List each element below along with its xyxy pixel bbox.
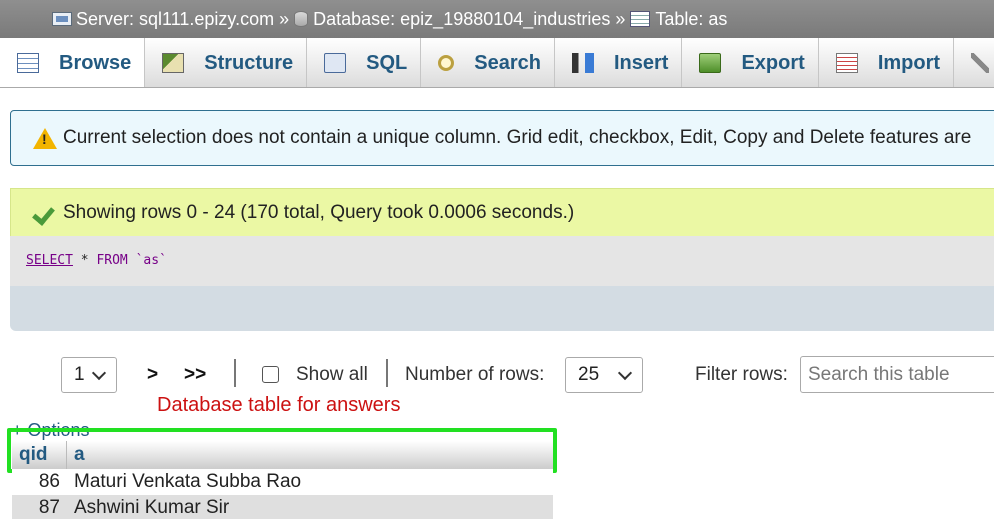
sql-query-display: SELECT * FROM `as`: [10, 236, 994, 286]
table-link[interactable]: Table: as: [655, 9, 727, 30]
export-icon: [699, 53, 722, 73]
tab-label: Structure: [204, 51, 294, 74]
success-text: Showing rows 0 - 24 (170 total, Query to…: [63, 201, 575, 223]
tab-search[interactable]: Search: [421, 38, 555, 87]
server-icon: [52, 12, 72, 26]
tab-import[interactable]: Import: [819, 38, 955, 87]
tab-structure[interactable]: Structure: [145, 38, 308, 87]
table-icon: [630, 11, 651, 27]
tab-more[interactable]: [954, 38, 994, 87]
insert-icon: [572, 53, 594, 73]
checkmark-icon: [33, 202, 55, 224]
browse-icon: [17, 53, 39, 73]
filter-rows-label: Filter rows:: [695, 364, 788, 385]
sql-table-name: `as`: [135, 253, 167, 268]
sql-icon: [324, 53, 347, 73]
wrench-icon: [971, 53, 990, 73]
cell-a: Ashwini Kumar Sir: [74, 497, 230, 518]
search-icon: [438, 55, 455, 71]
table-row: 86 Maturi Venkata Subba Rao: [12, 469, 553, 495]
sql-keyword-select[interactable]: SELECT: [26, 253, 73, 268]
page-select[interactable]: 1: [61, 357, 117, 393]
last-page-button[interactable]: >>: [184, 364, 206, 386]
chevron-down-icon: [91, 365, 107, 381]
main-tabs: Browse Structure SQL Search Insert Expor…: [0, 38, 994, 88]
show-all-label: Show all: [296, 364, 368, 385]
tab-sql[interactable]: SQL: [307, 38, 422, 87]
number-of-rows-select[interactable]: 25: [565, 357, 643, 393]
sql-query-footer: [10, 286, 994, 331]
tab-insert[interactable]: Insert: [555, 38, 683, 87]
breadcrumb-server[interactable]: Server: sql111.epizy.com: [52, 9, 274, 30]
show-all-checkbox[interactable]: [262, 366, 279, 383]
tab-label: Export: [741, 51, 805, 74]
cell-qid: 87: [38, 497, 60, 518]
warning-icon: [33, 127, 57, 149]
breadcrumb-database[interactable]: Database: epiz_19880104_industries: [294, 9, 610, 30]
rows-select-value: 25: [578, 364, 600, 385]
warning-message: Current selection does not contain a uni…: [10, 110, 994, 166]
page-select-value: 1: [74, 364, 85, 385]
tab-label: Import: [877, 51, 941, 74]
filter-rows-input[interactable]: [800, 356, 994, 393]
import-icon: [835, 53, 858, 73]
breadcrumb-separator: »: [615, 8, 626, 29]
cell-qid: 86: [38, 471, 60, 492]
chevron-down-icon: [617, 365, 633, 381]
cell-a: Maturi Venkata Subba Rao: [74, 471, 302, 492]
table-row: 87 Ashwini Kumar Sir: [12, 495, 553, 519]
database-icon: [294, 11, 309, 27]
divider: [386, 359, 388, 387]
success-message: Showing rows 0 - 24 (170 total, Query to…: [10, 188, 994, 236]
server-link[interactable]: Server: sql111.epizy.com: [76, 9, 274, 30]
sql-keyword-from: FROM: [96, 253, 128, 268]
tab-browse[interactable]: Browse: [0, 38, 146, 87]
database-link[interactable]: Database: epiz_19880104_industries: [313, 9, 610, 30]
highlight-box: [7, 428, 557, 473]
breadcrumb-table[interactable]: Table: as: [630, 9, 727, 30]
structure-icon: [162, 53, 185, 73]
divider: [234, 359, 236, 387]
tab-label: Search: [474, 51, 541, 74]
warning-text: Current selection does not contain a uni…: [63, 127, 972, 148]
number-of-rows-label: Number of rows:: [405, 364, 545, 385]
breadcrumb: Server: sql111.epizy.com » Database: epi…: [0, 0, 994, 38]
tab-export[interactable]: Export: [682, 38, 819, 87]
tab-label: Insert: [614, 51, 669, 74]
breadcrumb-separator: »: [279, 8, 290, 29]
next-page-button[interactable]: >: [147, 364, 158, 386]
annotation-text: Database table for answers: [157, 394, 401, 416]
sql-star: *: [80, 253, 89, 268]
tab-label: SQL: [366, 51, 408, 74]
tab-label: Browse: [59, 51, 132, 74]
